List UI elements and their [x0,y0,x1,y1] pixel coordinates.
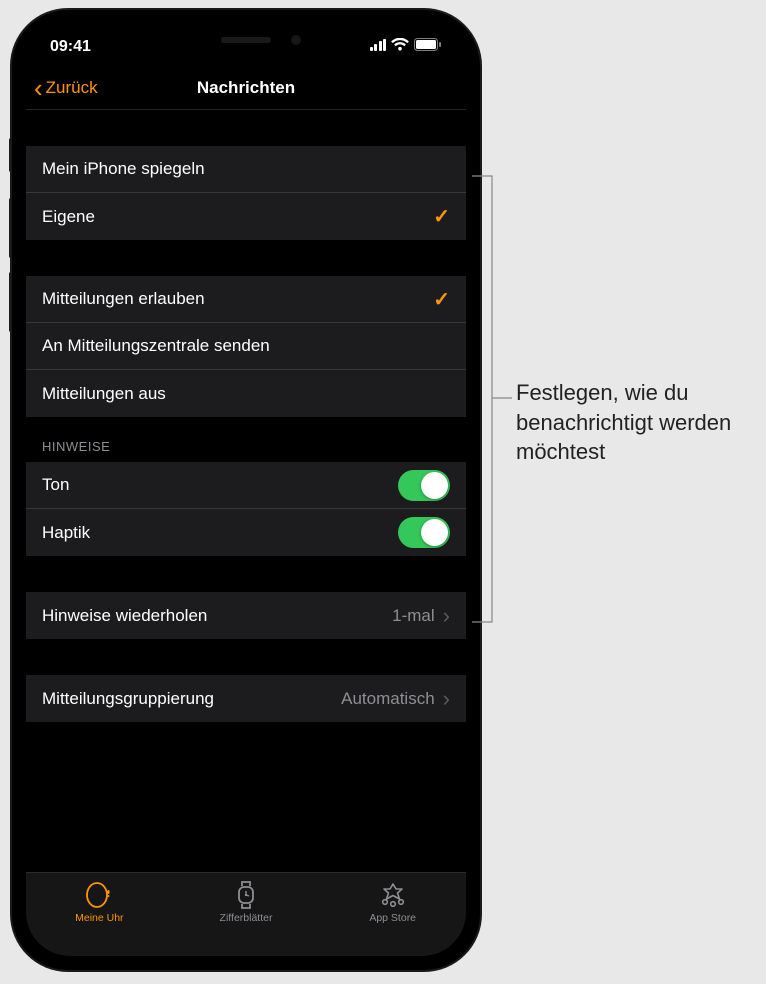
cell-detail: Automatisch [341,689,435,709]
cell-label: Mitteilungsgruppierung [42,689,341,709]
cellular-signal-icon [370,39,387,51]
cell-label: Mitteilungen aus [42,384,450,404]
option-mirror-iphone[interactable]: Mein iPhone spiegeln [26,146,466,193]
tab-label: Zifferblätter [220,912,273,924]
chevron-right-icon: › [443,603,450,629]
tab-faces[interactable]: Zifferblätter [173,873,320,956]
row-sound: Ton [26,462,466,509]
mirror-group: Mein iPhone spiegeln Eigene ✓ [26,146,466,240]
option-notifications-off[interactable]: Mitteilungen aus [26,370,466,417]
tab-app-store[interactable]: App Store [319,873,466,956]
checkmark-icon: ✓ [433,287,450,312]
sound-toggle[interactable] [398,470,450,501]
phone-frame: 09:41 ‹ Zurück Nachrichten [12,10,480,970]
settings-list: Mein iPhone spiegeln Eigene ✓ Mitteilung… [26,110,466,722]
grouping-group: Mitteilungsgruppierung Automatisch › [26,675,466,722]
app-store-icon [380,881,406,909]
option-custom[interactable]: Eigene ✓ [26,193,466,240]
cell-label: Ton [42,475,398,495]
cell-label: Mein iPhone spiegeln [42,159,450,179]
back-button[interactable]: ‹ Zurück [34,75,98,101]
option-send-to-center[interactable]: An Mitteilungszentrale senden [26,323,466,370]
cell-label: An Mitteilungszentrale senden [42,336,450,356]
tab-label: Meine Uhr [75,912,123,924]
back-label: Zurück [46,78,98,98]
checkmark-icon: ✓ [433,204,450,229]
row-notification-grouping[interactable]: Mitteilungsgruppierung Automatisch › [26,675,466,722]
tab-my-watch[interactable]: Meine Uhr [26,873,173,956]
option-allow-notifications[interactable]: Mitteilungen erlauben ✓ [26,276,466,323]
tab-bar: Meine Uhr Zifferblätter App Store [26,872,466,956]
tab-label: App Store [369,912,416,924]
alerts-group: Ton Haptik [26,462,466,556]
notifications-mode-group: Mitteilungen erlauben ✓ An Mitteilungsze… [26,276,466,417]
callout-text: Festlegen, wie du benachrichtigt werden … [516,378,752,467]
haptic-toggle[interactable] [398,517,450,548]
cell-detail: 1-mal [392,606,435,626]
front-camera [291,35,301,45]
cell-label: Haptik [42,523,398,543]
row-haptic: Haptik [26,509,466,556]
speaker-grill [221,37,271,43]
cell-label: Mitteilungen erlauben [42,289,433,309]
nav-bar: ‹ Zurück Nachrichten [26,66,466,110]
status-time: 09:41 [50,38,110,56]
cell-label: Eigene [42,207,433,227]
notch [141,24,351,56]
page-title: Nachrichten [197,78,295,98]
screen: 09:41 ‹ Zurück Nachrichten [26,24,466,956]
cell-label: Hinweise wiederholen [42,606,392,626]
row-repeat-alerts[interactable]: Hinweise wiederholen 1-mal › [26,592,466,639]
wifi-icon [391,38,409,51]
battery-icon [414,38,442,51]
watch-face-icon [234,881,258,909]
callout-bracket [468,174,510,624]
watch-icon [86,881,112,909]
chevron-right-icon: › [443,686,450,712]
repeat-group: Hinweise wiederholen 1-mal › [26,592,466,639]
chevron-left-icon: ‹ [34,75,43,101]
section-header-hints: HINWEISE [26,417,466,462]
